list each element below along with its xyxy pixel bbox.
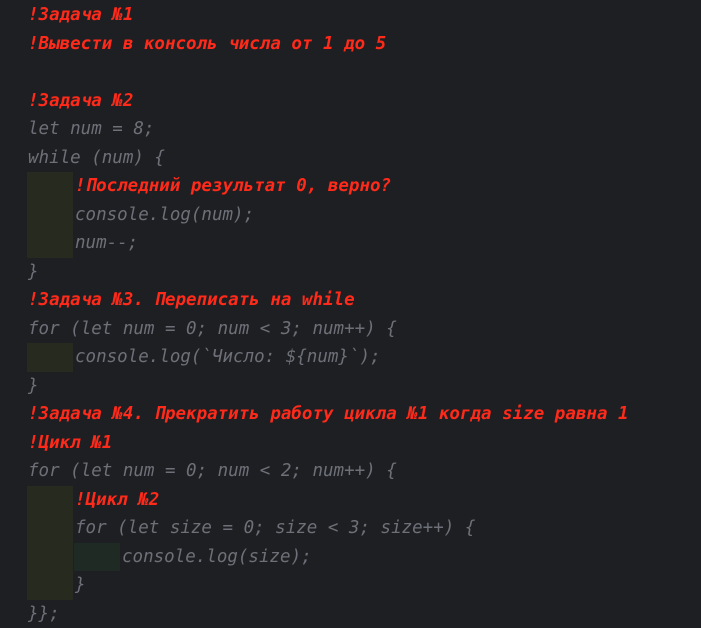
indent-guide — [27, 229, 73, 258]
indent-guide — [27, 172, 73, 201]
code-line: while (num) { — [28, 144, 165, 173]
code-line: }}; — [28, 600, 60, 628]
code-line: } — [28, 258, 39, 287]
code-line: console.log(size); — [122, 543, 312, 572]
code-line: for (let size = 0; size < 3; size++) { — [75, 514, 475, 543]
indent-guide — [74, 543, 120, 572]
indent-guide — [27, 486, 73, 515]
code-comment-line: !Последний результат 0, верно? — [75, 172, 391, 201]
indent-guide — [27, 343, 73, 372]
code-line: let num = 8; — [28, 115, 154, 144]
code-line: console.log(num); — [75, 201, 254, 230]
code-line: console.log(`Число: ${num}`); — [75, 343, 381, 372]
code-editor[interactable]: !Задача №1!Вывести в консоль числа от 1 … — [0, 0, 701, 607]
indent-guide — [27, 201, 73, 230]
code-line: } — [28, 372, 39, 401]
code-comment-line: !Задача №1 — [28, 1, 133, 30]
code-comment-line: !Цикл №2 — [75, 486, 159, 515]
code-comment-line: !Задача №4. Прекратить работу цикла №1 к… — [28, 400, 629, 429]
code-line: for (let num = 0; num < 3; num++) { — [28, 315, 397, 344]
code-line: num--; — [75, 229, 138, 258]
indent-guide — [27, 571, 73, 600]
indent-guide — [27, 514, 73, 543]
indent-guide — [27, 543, 73, 572]
code-comment-line: !Вывести в консоль числа от 1 до 5 — [28, 30, 386, 59]
code-line: for (let num = 0; num < 2; num++) { — [28, 457, 397, 486]
code-line: } — [75, 571, 86, 600]
code-comment-line: !Цикл №1 — [28, 429, 112, 458]
code-comment-line: !Задача №2 — [28, 87, 133, 116]
code-comment-line: !Задача №3. Переписать на while — [28, 286, 355, 315]
